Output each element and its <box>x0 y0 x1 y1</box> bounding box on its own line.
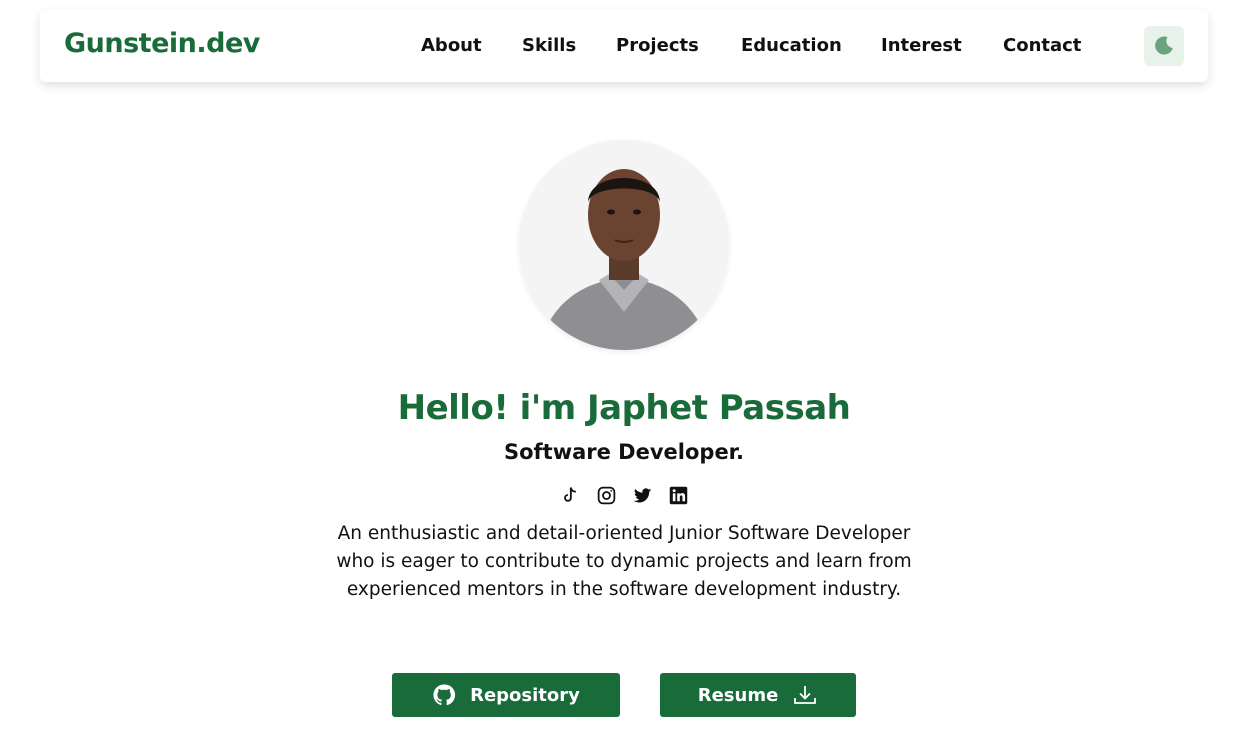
nav-education[interactable]: Education <box>741 35 842 56</box>
repository-label: Repository <box>470 684 580 706</box>
download-icon <box>794 686 817 704</box>
repository-button[interactable]: Repository <box>392 673 620 717</box>
nav-skills[interactable]: Skills <box>522 35 576 56</box>
github-icon <box>433 684 456 706</box>
tiktok-icon[interactable] <box>559 484 581 506</box>
nav-projects[interactable]: Projects <box>616 35 699 56</box>
resume-label: Resume <box>697 684 779 706</box>
social-links <box>0 484 1248 506</box>
nav-links: About Skills Projects Education Interest… <box>40 35 1208 59</box>
profile-avatar <box>519 140 729 350</box>
nav-about[interactable]: About <box>421 35 482 56</box>
linkedin-icon[interactable] <box>667 484 689 506</box>
hero-greeting: Hello! i'm Japhet Passah <box>397 388 851 428</box>
profile-photo <box>519 140 729 350</box>
twitter-icon[interactable] <box>631 484 653 506</box>
nav-interest[interactable]: Interest <box>881 35 962 56</box>
moon-icon <box>1155 36 1173 55</box>
hero-bio: An enthusiastic and detail-oriented Juni… <box>336 523 912 600</box>
theme-toggle-button[interactable] <box>1144 26 1184 66</box>
resume-button[interactable]: Resume <box>660 673 856 717</box>
nav-contact[interactable]: Contact <box>1003 35 1081 56</box>
instagram-icon[interactable] <box>595 484 617 506</box>
navbar: Gunstein.dev About Skills Projects Educa… <box>40 10 1208 82</box>
hero-role: Software Developer. <box>503 440 745 464</box>
